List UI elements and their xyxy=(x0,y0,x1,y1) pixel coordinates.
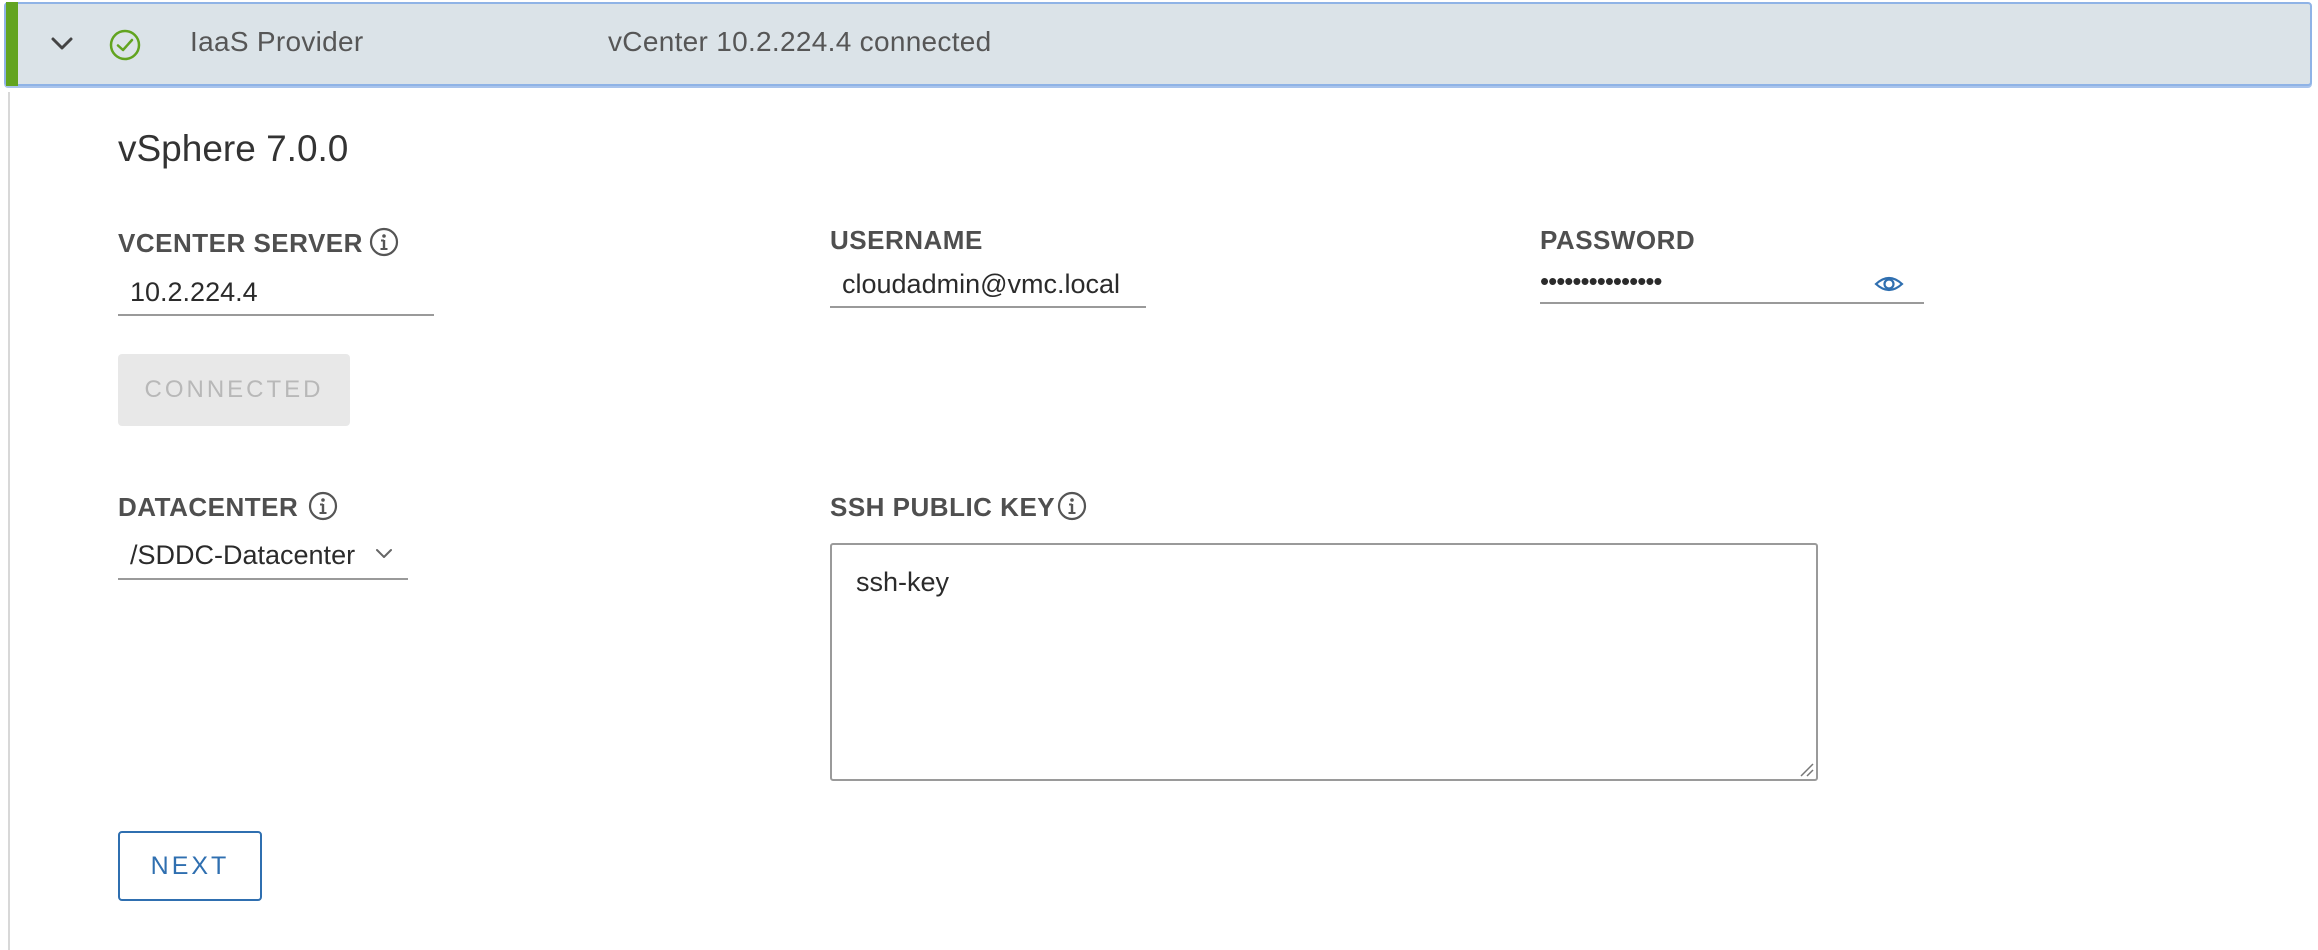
info-circle-icon[interactable] xyxy=(1056,490,1088,522)
iaas-provider-panel: IaaS Provider vCenter 10.2.224.4 connect… xyxy=(0,0,2318,950)
password-label: PASSWORD xyxy=(1540,225,1696,255)
status-accent-bar xyxy=(6,2,18,86)
section-title: vSphere 7.0.0 xyxy=(118,128,349,169)
eye-icon[interactable] xyxy=(1874,272,1904,296)
ssh-public-key-label: SSH PUBLIC KEY xyxy=(830,492,1056,522)
connection-status-text: vCenter 10.2.224.4 connected xyxy=(608,26,992,57)
datacenter-select[interactable]: /SDDC-Datacenter xyxy=(118,532,408,580)
chevron-down-icon xyxy=(376,549,392,558)
ssh-public-key-value: ssh-key xyxy=(856,567,950,597)
check-circle-icon xyxy=(109,29,141,61)
panel-border xyxy=(8,92,10,950)
connect-button[interactable]: CONNECTED xyxy=(118,354,350,426)
info-circle-icon[interactable] xyxy=(368,226,400,258)
ssh-public-key-textarea[interactable]: ssh-key xyxy=(830,543,1818,781)
datacenter-selected-value: /SDDC-Datacenter xyxy=(130,540,356,570)
username-label: USERNAME xyxy=(830,225,983,255)
chevron-down-icon[interactable] xyxy=(48,30,76,58)
resize-handle-icon[interactable] xyxy=(1798,761,1814,777)
next-button[interactable]: NEXT xyxy=(118,831,262,901)
datacenter-label: DATACENTER xyxy=(118,492,299,522)
info-circle-icon[interactable] xyxy=(307,490,339,522)
vcenter-server-input[interactable] xyxy=(118,270,434,316)
password-input[interactable]: ••••••••••••••• xyxy=(1540,266,1663,297)
password-underline xyxy=(1540,302,1924,304)
provider-title: IaaS Provider xyxy=(190,26,364,57)
username-input[interactable] xyxy=(830,262,1146,308)
vcenter-server-label: VCENTER SERVER xyxy=(118,228,363,258)
